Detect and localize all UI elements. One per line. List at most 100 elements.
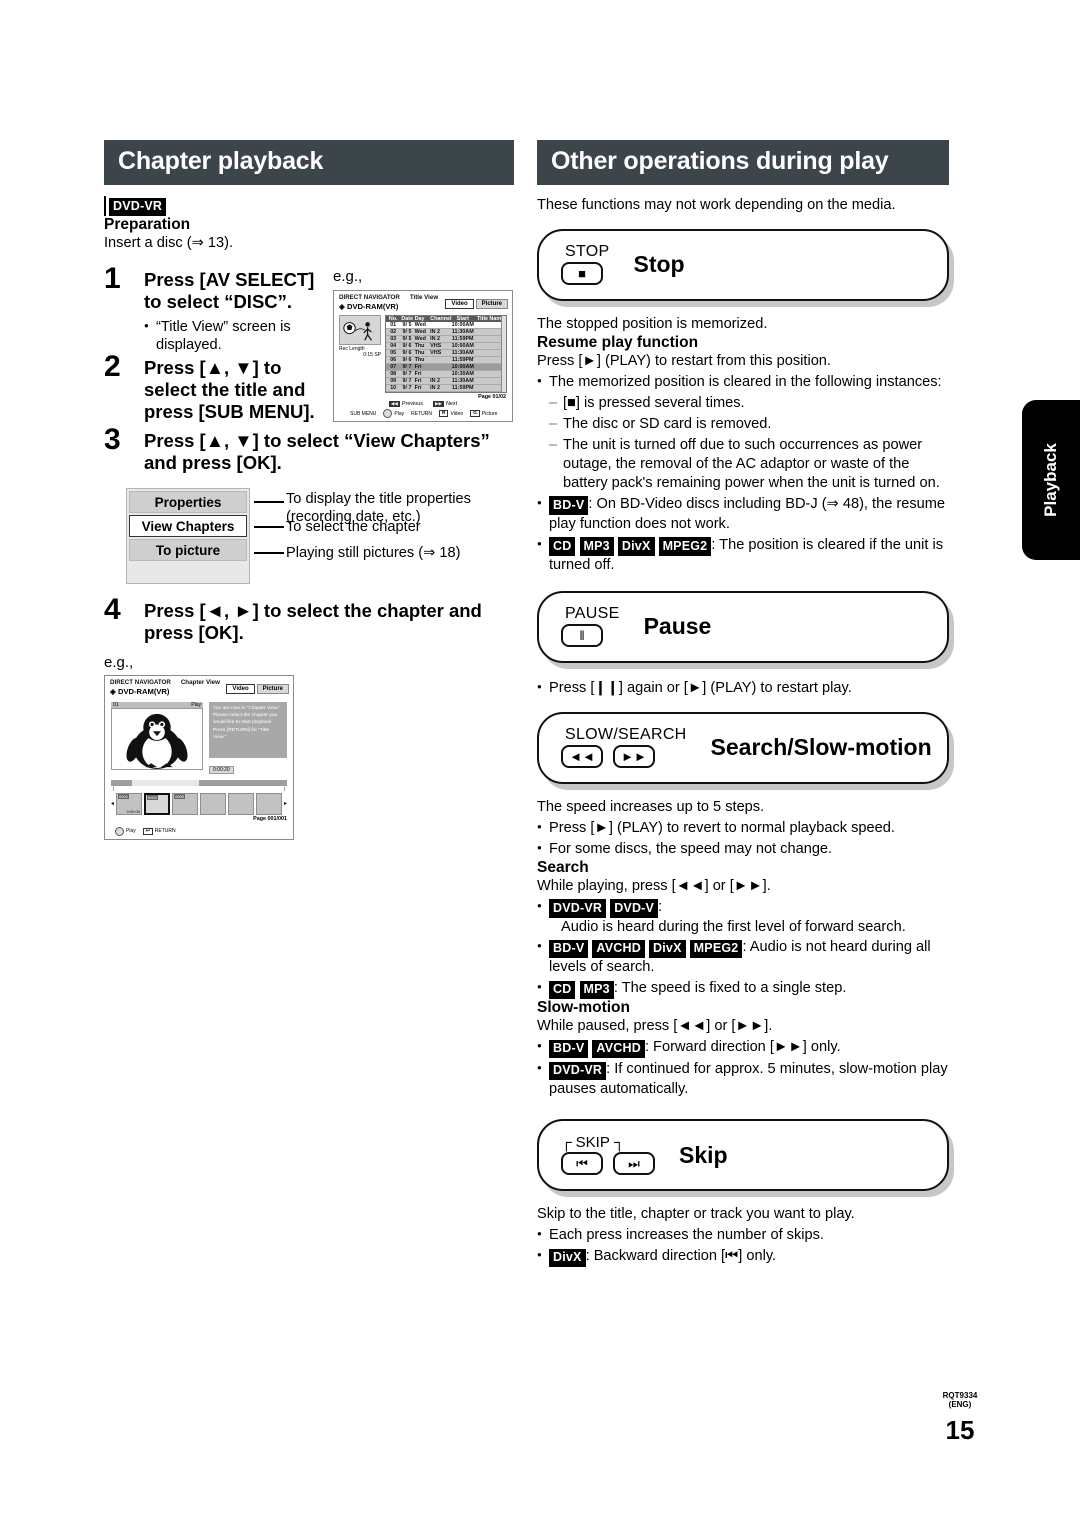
slow-search-key-row: ◄◄ ►► [561, 745, 655, 769]
strip-right-arrow[interactable]: ▸ [284, 800, 287, 807]
cell-start: 11:59PM [451, 336, 474, 342]
table-row[interactable]: 06 9/ 6 Thu 11:59PM [386, 357, 506, 364]
resume-play-heading: Resume play function [537, 333, 699, 351]
cell-no: 09 [390, 378, 397, 384]
menu-item-view-chapters[interactable]: View Chapters [129, 515, 247, 538]
hint-picture-label: Picture [481, 410, 498, 417]
title-thumbnail-pane: Rec Length 0:15 SP [339, 315, 381, 393]
chapter-progress-bar[interactable] [111, 779, 287, 786]
table-row[interactable]: 07 9/ 7 Fri 10:00AM [386, 364, 506, 371]
nav-previous-label: Previous [401, 401, 423, 407]
tab-picture[interactable]: Picture [256, 683, 289, 694]
chip-dvd-v: DVD-V [610, 899, 659, 918]
chapter-thumb-5[interactable] [228, 792, 255, 815]
stop-key-row: ■ [561, 262, 603, 286]
cell-date: 9/ 7 [402, 371, 412, 377]
sub-menu-box: Properties View Chapters To picture [126, 488, 250, 585]
hint-return-label: RETURN [154, 828, 176, 835]
cell-day: Thu [414, 350, 425, 356]
table-row[interactable]: 02 9/ 5 Wed IN 2 11:30AM [386, 329, 506, 336]
cell-date: 9/ 5 [402, 329, 412, 335]
pause-bullet-1: Press [❙❙] again or [►] (PLAY) to restar… [537, 679, 949, 698]
skip-bullet-1: Each press increases the number of skips… [537, 1226, 949, 1245]
chapter-thumb-1-no: 0001 [118, 793, 129, 799]
chapter-thumb-1[interactable]: 0001 0:00:00 [116, 792, 142, 815]
pause-button-icon[interactable]: ‖ [561, 624, 603, 648]
hint-play-label: Play [126, 828, 136, 835]
nav-next[interactable]: ▶▶ Next [432, 401, 457, 407]
bracket-right-icon: ┐ [613, 1134, 625, 1152]
hint-play-2: Play [383, 409, 404, 418]
operation-box-stop: STOP ■ Stop [537, 228, 949, 301]
chapter-thumb-3[interactable]: 0003 [172, 792, 199, 815]
rewind-button-icon[interactable]: ◄◄ [561, 745, 603, 769]
chip-divx-2: DivX [649, 939, 686, 959]
cell-date: 9/ 6 [402, 357, 412, 363]
search-chip-bullet-2: BD-V AVCHD DivX MPEG2: Audio is not hear… [537, 938, 949, 977]
cell-start: 10:30AM [451, 371, 474, 377]
cell-no: 05 [390, 350, 397, 356]
menu-item-to-picture[interactable]: To picture [129, 539, 247, 562]
search-line: While playing, press [◄◄] or [►►]. [537, 877, 771, 894]
nav-previous[interactable]: ◀◀ Previous [388, 401, 423, 407]
tab-video-2[interactable]: Video [445, 299, 474, 309]
slow-chip-bullet-1: BD-V AVCHD: Forward direction [►►] only. [537, 1038, 949, 1059]
side-tab-label: Playback [1041, 443, 1061, 517]
cell-day: Fri [414, 385, 422, 391]
table-row[interactable]: 04 9/ 6 Thu VHS 10:00AM [386, 343, 506, 350]
cell-no: 07 [390, 364, 397, 370]
soccer-illustration [340, 316, 380, 344]
strip-left-arrow[interactable]: ◂ [111, 800, 114, 807]
cell-channel [429, 322, 449, 328]
leader-line-1 [254, 501, 284, 504]
bracket-left-icon: ┌ [561, 1134, 572, 1152]
hint-picture: G Picture [470, 410, 497, 417]
chip-dvd-vr: DVD-VR [549, 899, 607, 918]
cell-day: Thu [414, 357, 425, 363]
table-row[interactable]: 03 9/ 5 Wed IN 2 11:59PM [386, 336, 506, 343]
chip-divx-3: DivX [549, 1248, 586, 1268]
table-row[interactable]: 09 9/ 7 Fri IN 2 11:30AM [386, 378, 506, 385]
left-column: Chapter playback DVD-VR Preparation Inse… [104, 140, 514, 840]
return-key-icon: ↩ [142, 827, 153, 835]
chapter-thumb-6[interactable] [256, 792, 283, 815]
skip-forward-button-icon[interactable]: ⏭ [613, 1152, 655, 1176]
title-view-page-indicator: Page 01/02 [478, 394, 506, 400]
chip-mpeg2: MPEG2 [658, 537, 712, 556]
title-view-screenshot: DIRECT NAVIGATOR Title View ◈ DVD-RAM(VR… [333, 290, 513, 422]
chapter-view-label: Chapter View [180, 678, 220, 686]
operation-box-search-slow: SLOW/SEARCH ◄◄ ►► Search/Slow-motion [537, 711, 949, 784]
hint-sub-menu-label: SUB MENU [350, 410, 377, 417]
skip-back-button-icon[interactable]: ⏮ [561, 1152, 603, 1176]
table-row[interactable]: 01 9/ 5 Wed 10:00AM [386, 322, 506, 329]
chip-mp3-2: MP3 [579, 980, 614, 1000]
chapter-thumb-2[interactable]: 0002 [143, 792, 171, 815]
operation-title-stop: Stop [633, 251, 685, 278]
table-row[interactable]: 08 9/ 7 Fri 10:30AM [386, 371, 506, 378]
fastforward-button-icon[interactable]: ►► [613, 745, 655, 769]
tab-video[interactable]: Video [226, 683, 255, 694]
chapter-view-tabs: Video Picture [226, 683, 289, 694]
manual-page: Chapter playback DVD-VR Preparation Inse… [0, 0, 1080, 1528]
cell-channel: IN 2 [430, 378, 441, 384]
chapter-thumb-4[interactable] [200, 792, 227, 815]
chapter-thumbnail-strip: ◂ 0001 0:00:00 0002 0003 ▸ [111, 792, 287, 815]
search-body-intro: The speed increases up to 5 steps. [537, 798, 765, 815]
stop-button-icon[interactable]: ■ [561, 262, 603, 286]
cell-date: 9/ 7 [402, 378, 412, 384]
step-1: 1 Press [AV SELECT] to select “DISC”. “T… [104, 263, 334, 355]
table-scrollbar[interactable] [501, 316, 506, 392]
table-row[interactable]: 05 9/ 6 Thu VHS 11:30AM [386, 350, 506, 357]
title-view-disc-row: ◈ DVD-RAM(VR) Video Picture [334, 299, 512, 313]
slow-search-key-label: SLOW/SEARCH [565, 726, 687, 744]
cell-date: 9/ 5 [402, 322, 412, 328]
tab-picture-2[interactable]: Picture [475, 299, 508, 309]
chapter-preview-image [111, 707, 203, 770]
rewind-icon: ◀◀ [388, 401, 400, 407]
menu-item-properties[interactable]: Properties [129, 491, 247, 514]
resume-chip-bullet-2: CD MP3 DivX MPEG2: The position is clear… [537, 536, 949, 575]
chip-cd: CD [549, 537, 576, 556]
table-row[interactable]: 10 9/ 7 Fri IN 2 11:59PM [386, 385, 506, 392]
fastforward-icon: ▶▶ [432, 401, 445, 407]
direct-navigator-label: DIRECT NAVIGATOR [110, 678, 171, 686]
